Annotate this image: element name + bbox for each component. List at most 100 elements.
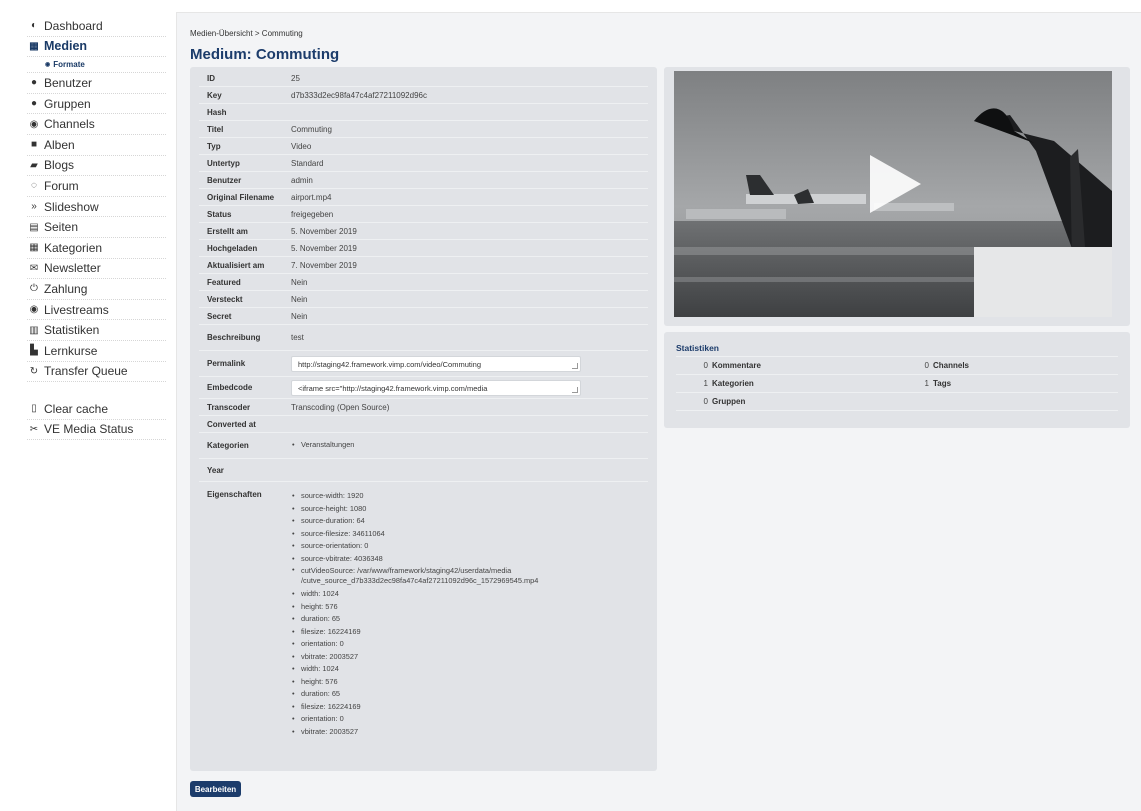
- channel-icon: ◉: [29, 118, 39, 130]
- property-item: vbitrate: 2003527: [291, 651, 648, 664]
- eye-icon: ◉: [45, 62, 51, 69]
- property-item: filesize: 16224169: [291, 701, 648, 714]
- edit-button[interactable]: Bearbeiten: [190, 781, 241, 797]
- property-item: source-vbitrate: 4036348: [291, 553, 648, 566]
- sidebar-item-slideshow[interactable]: » Slideshow: [27, 197, 166, 218]
- property-item: height: 576: [291, 676, 648, 689]
- film-icon: ▦: [29, 40, 39, 52]
- category-item: Veranstaltungen: [291, 439, 648, 452]
- sidebar-item-label: Alben: [44, 137, 75, 152]
- stat-gruppen[interactable]: 0 Gruppen: [676, 397, 897, 406]
- sidebar-item-benutzer[interactable]: ● Benutzer: [27, 73, 166, 94]
- detail-row-kategorien: KategorienVeranstaltungen: [199, 433, 648, 459]
- page-title: Medium: Commuting: [190, 46, 340, 63]
- property-item: cutVideoSource: /var/www/framework/stagi…: [291, 565, 648, 588]
- detail-row-key: Key d7b333d2ec98fa47c4af27211092d96c: [199, 87, 648, 104]
- sidebar-item-channels[interactable]: ◉ Channels: [27, 114, 166, 135]
- video-player[interactable]: [674, 71, 1112, 317]
- user-icon: ●: [30, 77, 38, 89]
- sidebar-subitem-formate[interactable]: ◉ Formate: [27, 57, 166, 74]
- detail-row-erstellt: Erstellt am 5. November 2019: [199, 223, 648, 240]
- sidebar-item-newsletter[interactable]: ✉ Newsletter: [27, 259, 166, 280]
- sidebar-item-blogs[interactable]: ▰ Blogs: [27, 156, 166, 177]
- detail-row-secret: Secret Nein: [199, 308, 648, 325]
- stat-kategorien[interactable]: 1 Kategorien: [676, 379, 897, 388]
- stats-row: 0 Gruppen: [676, 393, 1118, 411]
- sidebar-item-kategorien[interactable]: ▦ Kategorien: [27, 238, 166, 259]
- property-item: width: 1024: [291, 588, 648, 601]
- sidebar-item-forum[interactable]: ◌ Forum: [27, 176, 166, 197]
- sidebar-item-clear-cache[interactable]: ▯ Clear cache: [27, 399, 166, 420]
- property-item: source-duration: 64: [291, 515, 648, 528]
- property-item: orientation: 0: [291, 638, 648, 651]
- video-panel: [664, 67, 1130, 326]
- course-icon: ▙: [30, 345, 38, 357]
- stat-channels[interactable]: 0 Channels: [897, 361, 1118, 370]
- detail-row-status: Status freigegeben: [199, 206, 648, 223]
- detail-row-versteckt: Versteckt Nein: [199, 291, 648, 308]
- stat-kommentare[interactable]: 0 Kommentare: [676, 361, 897, 370]
- statistics-panel: Statistiken 0 Kommentare 0 Channels 1 Kateg…: [664, 332, 1130, 428]
- play-icon[interactable]: [870, 155, 921, 213]
- details-panel: ID 25 Key d7b333d2ec98fa47c4af27211092d96c…: [190, 67, 657, 771]
- chart-icon: ▥: [29, 324, 39, 336]
- detail-row-eigenschaften: Eigenschaften source-width: 1920 source-…: [199, 482, 648, 738]
- sidebar-item-medien[interactable]: ▦ Medien: [27, 37, 166, 58]
- detail-row-aktualisiert: Aktualisiert am 7. November 2019: [199, 257, 648, 274]
- sidebar-item-label: Transfer Queue: [44, 364, 128, 379]
- sidebar-item-alben[interactable]: ■ Alben: [27, 135, 166, 156]
- permalink-field[interactable]: http://staging42.framework.vimp.com/vide…: [291, 355, 581, 372]
- detail-row-untertyp: Untertyp Standard: [199, 155, 648, 172]
- property-item: filesize: 16224169: [291, 626, 648, 639]
- statistics-title: Statistiken: [676, 343, 1118, 357]
- detail-row-beschreibung: Beschreibung test: [199, 325, 648, 351]
- detail-row-id: ID 25: [199, 70, 648, 87]
- properties-list: source-width: 1920 source-height: 1080 s…: [291, 490, 648, 738]
- chat-icon: ◌: [31, 180, 37, 192]
- breadcrumb[interactable]: Medien-Übersicht > Commuting: [190, 29, 303, 38]
- sidebar-item-label: VE Media Status: [44, 422, 134, 437]
- sidebar-item-label: Newsletter: [44, 261, 101, 276]
- detail-row-benutzer: Benutzer admin: [199, 172, 648, 189]
- sidebar-item-label: Statistiken: [44, 323, 100, 338]
- embedcode-field[interactable]: <iframe src="http://staging42.framework.…: [291, 379, 581, 396]
- sidebar-item-seiten[interactable]: ▤ Seiten: [27, 217, 166, 238]
- sidebar-item-zahlung[interactable]: ⏻ Zahlung: [27, 279, 166, 300]
- detail-row-typ: Typ Video: [199, 138, 648, 155]
- sidebar-item-ve-media-status[interactable]: ✂ VE Media Status: [27, 420, 166, 441]
- page-icon: ▤: [29, 221, 39, 233]
- sidebar-item-lernkurse[interactable]: ▙ Lernkurse: [27, 341, 166, 362]
- sidebar-item-label: Benutzer: [44, 75, 93, 90]
- grid-icon: ▦: [29, 242, 39, 254]
- property-item: duration: 65: [291, 613, 648, 626]
- sidebar-item-label: Clear cache: [44, 401, 109, 416]
- sidebar-item-label: Zahlung: [44, 281, 88, 296]
- sidebar-item-gruppen[interactable]: ● Gruppen: [27, 94, 166, 115]
- sidebar-item-livestreams[interactable]: ◉ Livestreams: [27, 300, 166, 321]
- sidebar: ◐ Dashboard ▦ Medien ◉ Formate ● Benutzer ● G…: [0, 0, 176, 811]
- detail-row-transcoder: Transcoder Transcoding (Open Source): [199, 399, 648, 416]
- property-item: width: 1024: [291, 663, 648, 676]
- sidebar-item-label: Dashboard: [44, 18, 103, 33]
- sidebar-item-dashboard[interactable]: ◐ Dashboard: [27, 16, 166, 37]
- detail-row-hash: Hash: [199, 104, 648, 121]
- slideshow-icon: »: [31, 201, 37, 213]
- sidebar-item-transfer-queue[interactable]: ↻ Transfer Queue: [27, 362, 166, 383]
- property-item: duration: 65: [291, 688, 648, 701]
- stats-row: 1 Kategorien 1 Tags: [676, 375, 1118, 393]
- sidebar-item-label: Forum: [44, 178, 79, 193]
- property-item: source-width: 1920: [291, 490, 648, 503]
- detail-row-original-filename: Original Filename airport.mp4: [199, 189, 648, 206]
- mail-icon: ✉: [29, 262, 39, 274]
- sidebar-item-label: Seiten: [44, 220, 79, 235]
- stats-row: 0 Kommentare 0 Channels: [676, 357, 1118, 375]
- detail-row-permalink: Permalink http://staging42.framework.vimp…: [199, 351, 648, 377]
- detail-row-year: Year: [199, 459, 648, 482]
- sidebar-item-statistiken[interactable]: ▥ Statistiken: [27, 320, 166, 341]
- sidebar-subitem-label: Formate: [53, 60, 85, 70]
- detail-row-featured: Featured Nein: [199, 274, 648, 291]
- property-item: vbitrate: 2003527: [291, 726, 648, 739]
- trash-icon: ▯: [31, 403, 37, 415]
- property-item: height: 576: [291, 601, 648, 614]
- stat-tags[interactable]: 1 Tags: [897, 379, 1118, 388]
